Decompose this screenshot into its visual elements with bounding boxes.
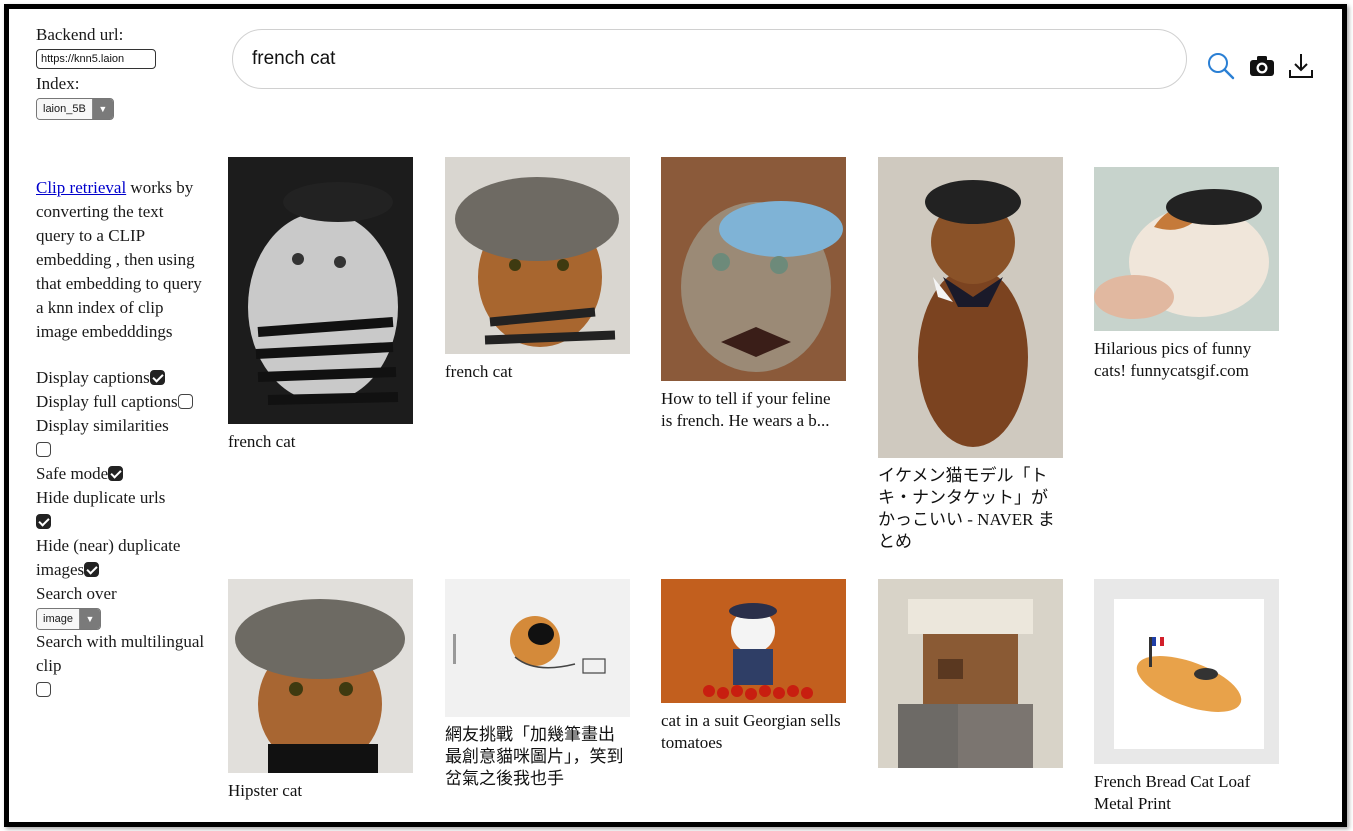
result-item[interactable]: Hilarious pics of funny cats! funnycatsg… xyxy=(1094,167,1279,382)
index-select-value: laion_5B xyxy=(37,99,93,120)
result-caption: french cat xyxy=(228,432,296,451)
index-select[interactable]: laion_5B ▼ xyxy=(36,98,114,121)
result-item[interactable]: cat in a suit Georgian sells tomatoes xyxy=(661,579,846,754)
app-frame: Backend url: https://knn5.laion Index: l… xyxy=(4,4,1347,827)
index-label: Index: xyxy=(36,74,80,93)
result-image[interactable] xyxy=(878,157,1063,458)
hide-near-duplicates-label: Hide (near) duplicate images xyxy=(36,536,181,580)
display-captions-checkbox[interactable] xyxy=(149,370,165,386)
result-caption: How to tell if your feline is french. He… xyxy=(661,389,831,430)
search-input[interactable]: french cat xyxy=(232,29,1187,89)
option-multilingual: Search with multilingual clip xyxy=(36,630,206,702)
result-caption: cat in a suit Georgian sells tomatoes xyxy=(661,711,841,752)
hide-duplicate-urls-checkbox[interactable] xyxy=(36,514,51,530)
backend-url-label: Backend url: xyxy=(36,25,124,44)
option-display-full-captions: Display full captions xyxy=(36,390,206,414)
option-safe-mode: Safe mode xyxy=(36,462,206,486)
multilingual-checkbox[interactable] xyxy=(36,682,51,698)
search-over-label: Search over xyxy=(36,584,117,604)
backend-url-input[interactable]: https://knn5.laion xyxy=(36,49,156,69)
option-hide-duplicate-urls: Hide duplicate urls xyxy=(36,486,206,534)
result-caption: french cat xyxy=(445,362,513,381)
result-item[interactable]: 網友挑戰「加幾筆畫出最創意貓咪圖片」，笑到岔氣之後我也手 xyxy=(445,579,630,790)
sidebar: Backend url: https://knn5.laion Index: l… xyxy=(36,23,206,702)
result-item[interactable]: French Bread Cat Loaf Metal Print xyxy=(1094,579,1279,815)
result-caption: イケメン猫モデル「トキ・ナンタケット」がかっこいい - NAVER まとめ xyxy=(878,466,1055,551)
result-image[interactable] xyxy=(228,157,413,424)
result-caption: French Bread Cat Loaf Metal Print xyxy=(1094,772,1251,813)
options: Display captions Display full captions D… xyxy=(36,366,206,702)
result-caption: Hilarious pics of funny cats! funnycatsg… xyxy=(1094,339,1252,380)
option-display-similarities: Display similarities xyxy=(36,414,206,462)
chevron-down-icon: ▼ xyxy=(92,99,113,120)
option-display-captions: Display captions xyxy=(36,366,206,390)
download-icon[interactable] xyxy=(1286,51,1316,81)
result-item[interactable]: Hipster cat xyxy=(228,579,413,802)
hide-duplicate-urls-label: Hide duplicate urls xyxy=(36,488,166,508)
multilingual-label: Search with multilingual clip xyxy=(36,632,205,676)
result-item[interactable]: How to tell if your feline is french. He… xyxy=(661,157,846,432)
display-captions-label: Display captions xyxy=(36,368,150,388)
result-image[interactable] xyxy=(661,579,846,703)
result-item[interactable] xyxy=(878,579,1063,775)
result-item[interactable]: french cat xyxy=(228,157,413,453)
description-text: works by converting the text query to a … xyxy=(36,178,202,342)
result-image[interactable] xyxy=(445,579,630,717)
hide-near-duplicates-checkbox[interactable] xyxy=(84,562,100,578)
option-hide-near-duplicates: Hide (near) duplicate images xyxy=(36,534,206,582)
result-caption: 網友挑戰「加幾筆畫出最創意貓咪圖片」，笑到岔氣之後我也手 xyxy=(445,725,624,788)
result-item[interactable]: french cat xyxy=(445,157,630,383)
camera-icon[interactable] xyxy=(1247,51,1277,81)
result-image[interactable] xyxy=(1094,579,1279,764)
chevron-down-icon: ▼ xyxy=(79,609,100,630)
display-similarities-label: Display similarities xyxy=(36,416,169,436)
result-image[interactable] xyxy=(878,579,1063,768)
display-similarities-checkbox[interactable] xyxy=(36,442,51,458)
clip-retrieval-link[interactable]: Clip retrieval xyxy=(36,178,126,197)
search-icon[interactable] xyxy=(1206,51,1236,81)
result-image[interactable] xyxy=(445,157,630,354)
description: Clip retrieval works by converting the t… xyxy=(36,176,206,344)
result-image[interactable] xyxy=(228,579,413,773)
safe-mode-checkbox[interactable] xyxy=(108,466,124,482)
result-item[interactable]: イケメン猫モデル「トキ・ナンタケット」がかっこいい - NAVER まとめ xyxy=(878,157,1063,553)
result-image[interactable] xyxy=(661,157,846,381)
search-over-select[interactable]: image ▼ xyxy=(36,608,101,631)
result-caption: Hipster cat xyxy=(228,781,303,800)
option-search-over: Search over image ▼ xyxy=(36,582,206,631)
display-full-captions-label: Display full captions xyxy=(36,392,178,412)
display-full-captions-checkbox[interactable] xyxy=(177,394,193,410)
search-over-value: image xyxy=(37,609,80,630)
safe-mode-label: Safe mode xyxy=(36,464,109,484)
result-image[interactable] xyxy=(1094,167,1279,331)
